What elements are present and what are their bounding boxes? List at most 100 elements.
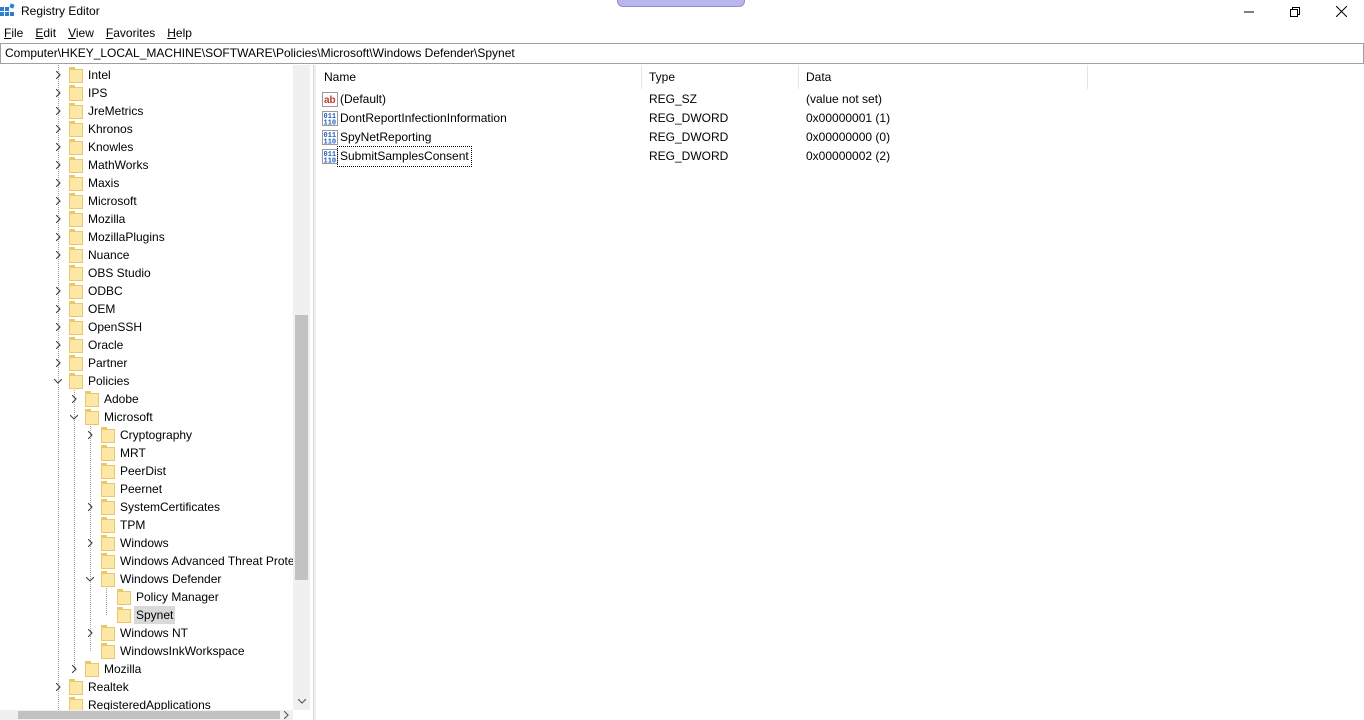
tree-item-policies[interactable]: Policies	[0, 372, 310, 390]
tree-item-obs-studio[interactable]: OBS Studio	[0, 264, 310, 282]
tree-item-policy-manager[interactable]: Policy Manager	[0, 588, 310, 606]
tree-item-oracle[interactable]: Oracle	[0, 336, 310, 354]
close-button[interactable]	[1318, 0, 1364, 23]
folder-icon	[69, 373, 83, 389]
tree-item-khronos[interactable]: Khronos	[0, 120, 310, 138]
tree-item-knowles[interactable]: Knowles	[0, 138, 310, 156]
title-bar[interactable]: Registry Editor	[0, 0, 1364, 23]
address-bar[interactable]: Computer\HKEY_LOCAL_MACHINE\SOFTWARE\Pol…	[0, 43, 1364, 64]
chevron-down-icon[interactable]	[53, 372, 63, 390]
chevron-right-icon[interactable]	[53, 246, 63, 264]
restore-icon	[1290, 6, 1300, 17]
value-row[interactable]: 011 110 SubmitSamplesConsent REG_DWORD 0…	[317, 146, 1364, 167]
tree-item-jremetrics[interactable]: JreMetrics	[0, 102, 310, 120]
chevron-right-icon[interactable]	[53, 318, 63, 336]
tree-item-mozilla[interactable]: Mozilla	[0, 210, 310, 228]
tree-item-windows[interactable]: Windows	[0, 534, 310, 552]
chevron-right-icon[interactable]	[53, 300, 63, 318]
chevron-right-icon[interactable]	[53, 210, 63, 228]
tree-item-maxis[interactable]: Maxis	[0, 174, 310, 192]
tree-scroll-thumb[interactable]	[295, 315, 308, 580]
tree-item-windows-nt[interactable]: Windows NT	[0, 624, 310, 642]
tree-item-tpm[interactable]: TPM	[0, 516, 310, 534]
tree-item-microsoft[interactable]: Microsoft	[0, 192, 310, 210]
tree-item-systemcertificates[interactable]: SystemCertificates	[0, 498, 310, 516]
tree-horizontal-scrollbar[interactable]	[0, 710, 293, 720]
chevron-right-icon[interactable]	[53, 120, 63, 138]
tree-item-adobe[interactable]: Adobe	[0, 390, 310, 408]
folder-icon	[85, 391, 99, 407]
chevron-right-icon[interactable]	[85, 498, 95, 516]
tree-item-label: Mozilla	[104, 662, 142, 676]
tree-item-mozillaplugins[interactable]: MozillaPlugins	[0, 228, 310, 246]
tree-item-odbc[interactable]: ODBC	[0, 282, 310, 300]
chevron-right-icon[interactable]	[53, 354, 63, 372]
tree-item-windows-defender[interactable]: Windows Defender	[0, 570, 310, 588]
chevron-right-icon[interactable]	[53, 84, 63, 102]
chevron-right-icon[interactable]	[53, 156, 63, 174]
folder-icon	[69, 319, 83, 335]
value-row[interactable]: 011 110 SpyNetReporting REG_DWORD 0x0000…	[317, 128, 1364, 147]
snap-handle[interactable]	[617, 0, 745, 7]
chevron-right-icon[interactable]	[85, 534, 95, 552]
menu-favorites[interactable]: Favorites	[106, 26, 155, 40]
chevron-right-icon[interactable]	[53, 66, 63, 84]
menu-help[interactable]: Help	[167, 26, 192, 40]
tree-item-spynet[interactable]: Spynet	[0, 606, 310, 624]
chevron-right-icon[interactable]	[69, 660, 79, 678]
tree-item-microsoft[interactable]: Microsoft	[0, 408, 310, 426]
menu-view[interactable]: View	[68, 26, 94, 40]
tree-item-peernet[interactable]: Peernet	[0, 480, 310, 498]
restore-button[interactable]	[1272, 0, 1318, 23]
tree-item-openssh[interactable]: OpenSSH	[0, 318, 310, 336]
column-header-type[interactable]: Type	[642, 65, 799, 89]
chevron-right-icon[interactable]	[53, 282, 63, 300]
tree-item-oem[interactable]: OEM	[0, 300, 310, 318]
tree-item-mozilla[interactable]: Mozilla	[0, 660, 310, 678]
menu-file[interactable]: File	[4, 26, 23, 40]
scroll-down-button[interactable]	[293, 693, 310, 710]
tree-item-cryptography[interactable]: Cryptography	[0, 426, 310, 444]
chevron-right-icon[interactable]	[85, 624, 95, 642]
chevron-right-icon[interactable]	[53, 138, 63, 156]
chevron-right-icon[interactable]	[85, 426, 95, 444]
tree-item-mrt[interactable]: MRT	[0, 444, 310, 462]
chevron-right-icon[interactable]	[53, 174, 63, 192]
chevron-right-icon[interactable]	[53, 192, 63, 210]
tree-item-nuance[interactable]: Nuance	[0, 246, 310, 264]
value-row[interactable]: ab (Default) REG_SZ (value not set)	[317, 90, 1364, 109]
tree-item-peerdist[interactable]: PeerDist	[0, 462, 310, 480]
chevron-right-icon[interactable]	[69, 390, 79, 408]
tree-item-intel[interactable]: Intel	[0, 66, 310, 84]
value-type: REG_SZ	[649, 92, 698, 106]
chevron-right-icon[interactable]	[53, 228, 63, 246]
minimize-button[interactable]	[1226, 0, 1272, 23]
chevron-right-icon[interactable]	[53, 678, 63, 696]
column-header-data[interactable]: Data	[799, 65, 1088, 89]
tree-item-ips[interactable]: IPS	[0, 84, 310, 102]
chevron-right-icon[interactable]	[53, 336, 63, 354]
tree-item-realtek[interactable]: Realtek	[0, 678, 310, 696]
tree-item-windowsinkworkspace[interactable]: WindowsInkWorkspace	[0, 642, 310, 660]
tree-item-label: Windows Defender	[120, 572, 222, 586]
tree-item-label: MathWorks	[88, 158, 149, 172]
folder-icon	[69, 229, 83, 245]
chevron-down-icon[interactable]	[69, 408, 79, 426]
tree-item-partner[interactable]: Partner	[0, 354, 310, 372]
tree-item-windows-advanced-threat-prote[interactable]: Windows Advanced Threat Prote	[0, 552, 310, 570]
chevron-right-icon[interactable]	[53, 102, 63, 120]
tree-item-mathworks[interactable]: MathWorks	[0, 156, 310, 174]
value-row[interactable]: 011 110 DontReportInfectionInformation R…	[317, 109, 1364, 128]
pane-splitter[interactable]	[313, 65, 316, 720]
column-header-name[interactable]: Name	[317, 65, 642, 89]
value-data: 0x00000001 (1)	[806, 111, 891, 125]
key-tree[interactable]: Intel IPS JreMetrics Khronos Knowles MathWork…	[0, 65, 310, 720]
menu-edit[interactable]: Edit	[35, 26, 56, 40]
values-list[interactable]: Name Type Data ab (Default) REG_SZ (valu…	[317, 65, 1364, 720]
chevron-down-icon[interactable]	[85, 570, 95, 588]
tree-item-label: Policies	[88, 374, 130, 388]
folder-icon	[101, 481, 115, 497]
tree-vertical-scrollbar[interactable]	[293, 65, 310, 710]
tree-hscroll-thumb[interactable]	[18, 711, 280, 719]
scroll-right-button[interactable]	[281, 710, 291, 720]
